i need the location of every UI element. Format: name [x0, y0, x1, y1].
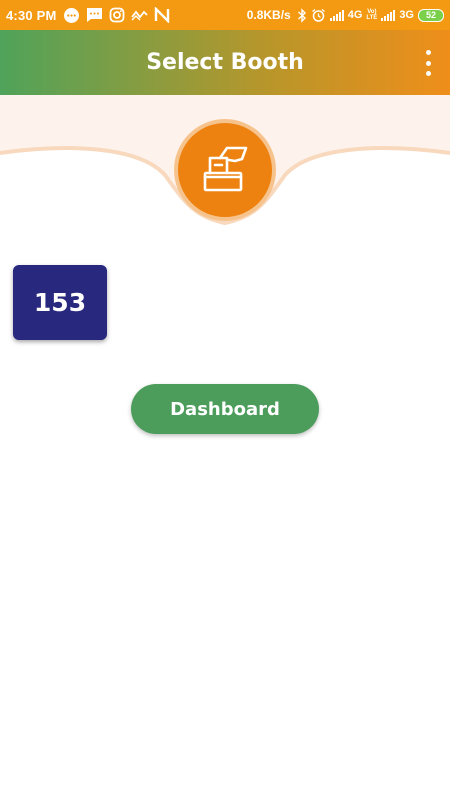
app-bar: Select Booth: [0, 30, 450, 95]
signal-icon: [381, 9, 396, 21]
battery-icon: 52: [418, 8, 444, 22]
sms-icon: [86, 7, 103, 23]
booth-number: 153: [33, 288, 87, 317]
ballot-box-vote-icon: [196, 139, 254, 201]
more-vert-icon[interactable]: [420, 50, 436, 76]
booth-emblem: [174, 119, 276, 221]
wave-icon: [130, 8, 148, 22]
network-type-4g: 4G: [347, 9, 363, 21]
bluetooth-icon: [297, 7, 307, 23]
dashboard-button-label: Dashboard: [170, 398, 280, 420]
status-bar: 4:30 PM 0.8KB/s 4G Vo) LTE 3G 52: [0, 0, 450, 30]
volte-badge: Vo) LTE: [366, 9, 377, 21]
battery-level: 52: [418, 8, 444, 22]
network-type-3g: 3G: [399, 9, 414, 21]
status-bar-right: 0.8KB/s 4G Vo) LTE 3G 52: [247, 0, 444, 30]
signal-icon: [329, 9, 344, 21]
net-speed: 0.8KB/s: [246, 8, 291, 22]
chat-icon: [63, 7, 80, 24]
alarm-icon: [311, 8, 326, 23]
page-title: Select Booth: [146, 50, 304, 75]
n-app-icon: [154, 7, 170, 23]
volte-bottom: LTE: [366, 15, 378, 21]
status-bar-left: 4:30 PM: [6, 0, 170, 30]
instagram-icon: [109, 7, 125, 23]
dashboard-button[interactable]: Dashboard: [131, 384, 319, 434]
booth-card[interactable]: 153: [13, 265, 107, 340]
status-time: 4:30 PM: [6, 7, 57, 23]
